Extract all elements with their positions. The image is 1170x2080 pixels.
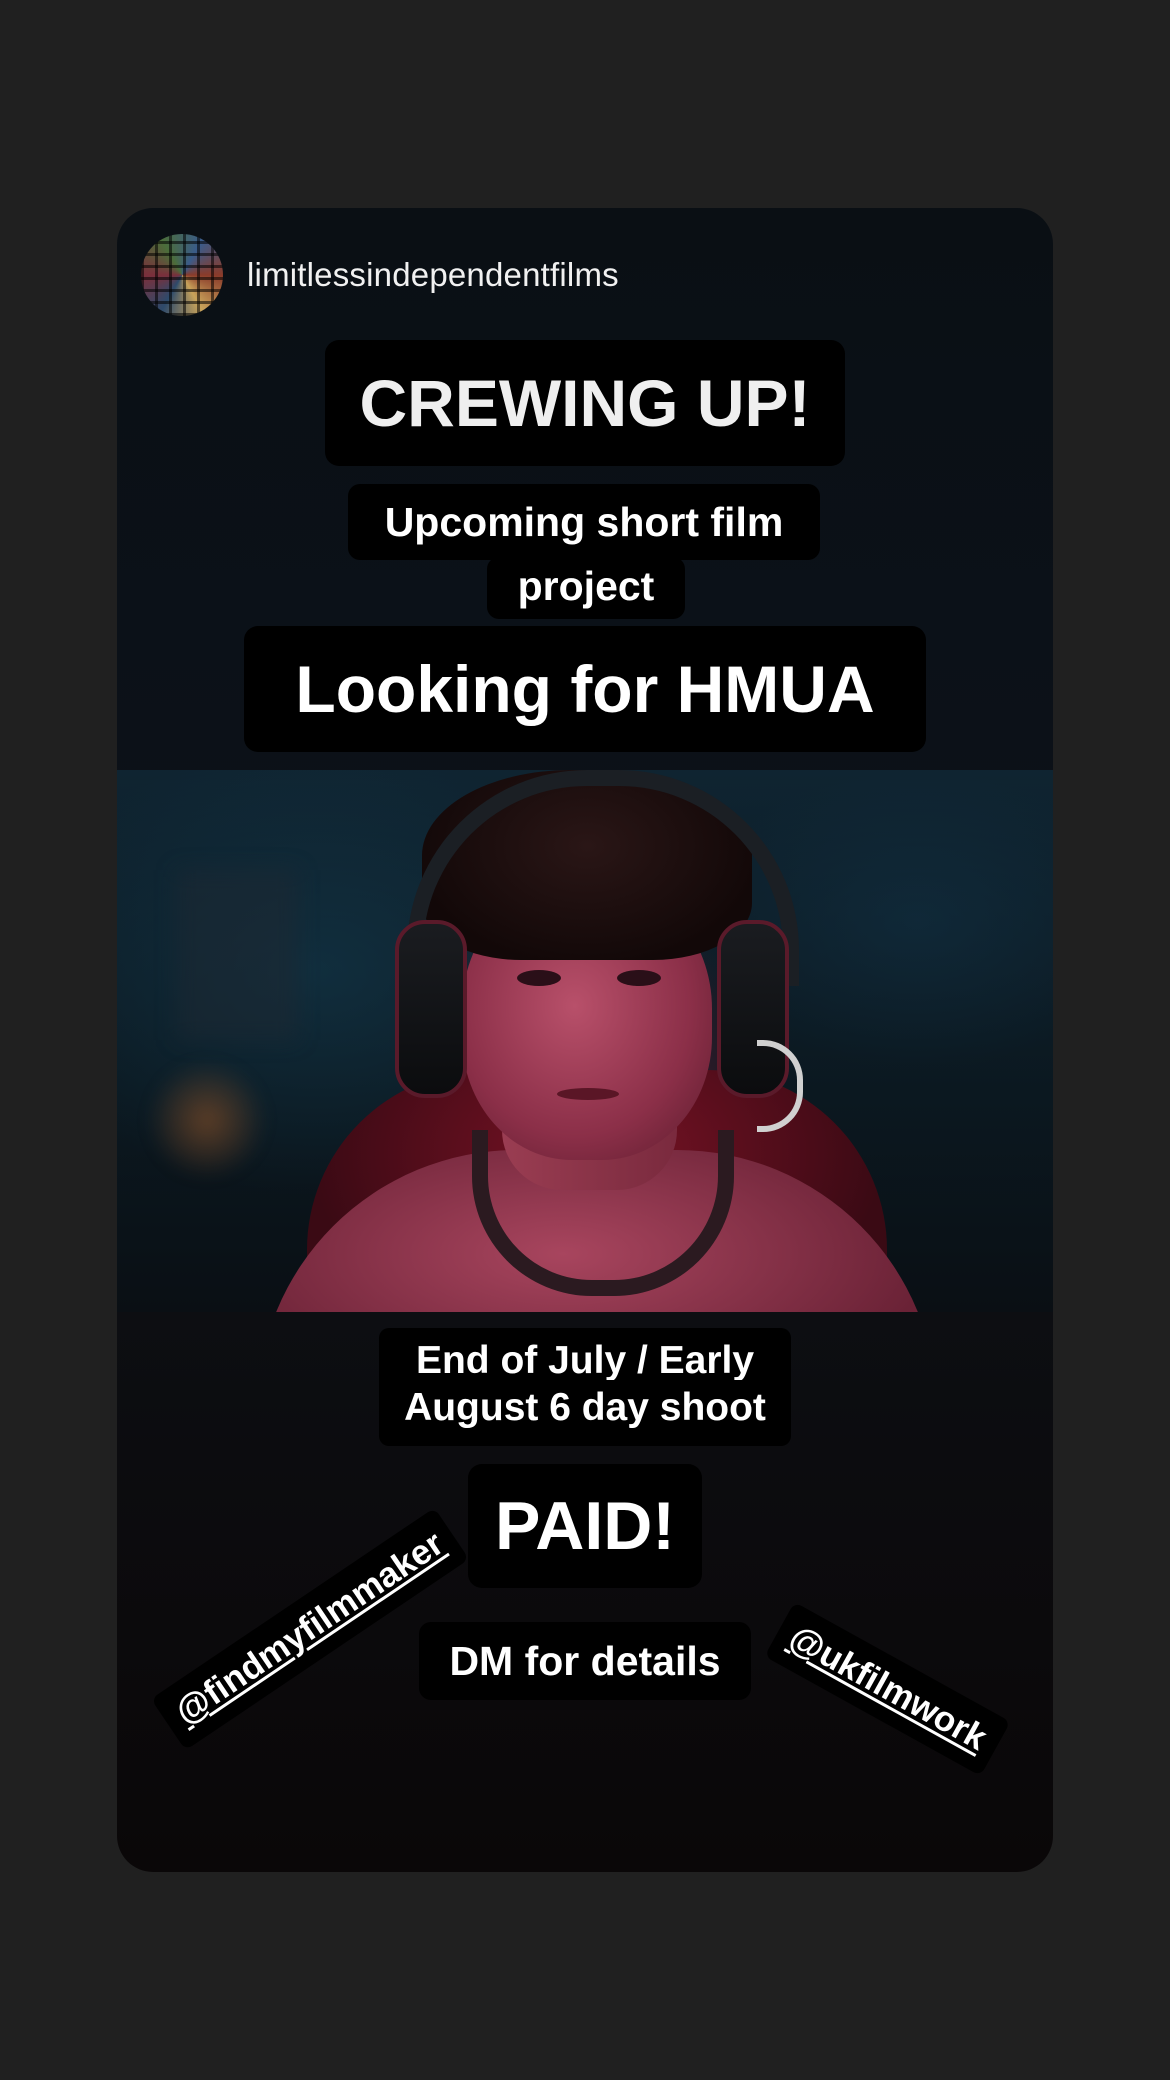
headphone-cup-left — [395, 920, 467, 1098]
story-card: limitlessindependentfilms CREWING UP! Up… — [117, 208, 1053, 1872]
mouth — [557, 1088, 619, 1100]
mention-tag-ukfilmwork[interactable]: @ukfilmwork — [764, 1602, 1011, 1776]
story-photo — [117, 770, 1053, 1312]
subtitle-sticker-line-2: project — [487, 557, 685, 619]
story-header: limitlessindependentfilms — [141, 232, 619, 318]
background-light — [147, 1060, 267, 1180]
dates-sticker-line-2: August 6 day shoot — [379, 1380, 791, 1446]
username[interactable]: limitlessindependentfilms — [247, 256, 619, 294]
background-shelf — [177, 870, 297, 1040]
paid-sticker: PAID! — [468, 1464, 702, 1588]
subtitle-sticker-line-1: Upcoming short film — [348, 484, 820, 560]
profile-avatar[interactable] — [141, 234, 223, 316]
role-sticker: Looking for HMUA — [244, 626, 926, 752]
headline-sticker: CREWING UP! — [325, 340, 845, 466]
dm-sticker: DM for details — [419, 1622, 751, 1700]
